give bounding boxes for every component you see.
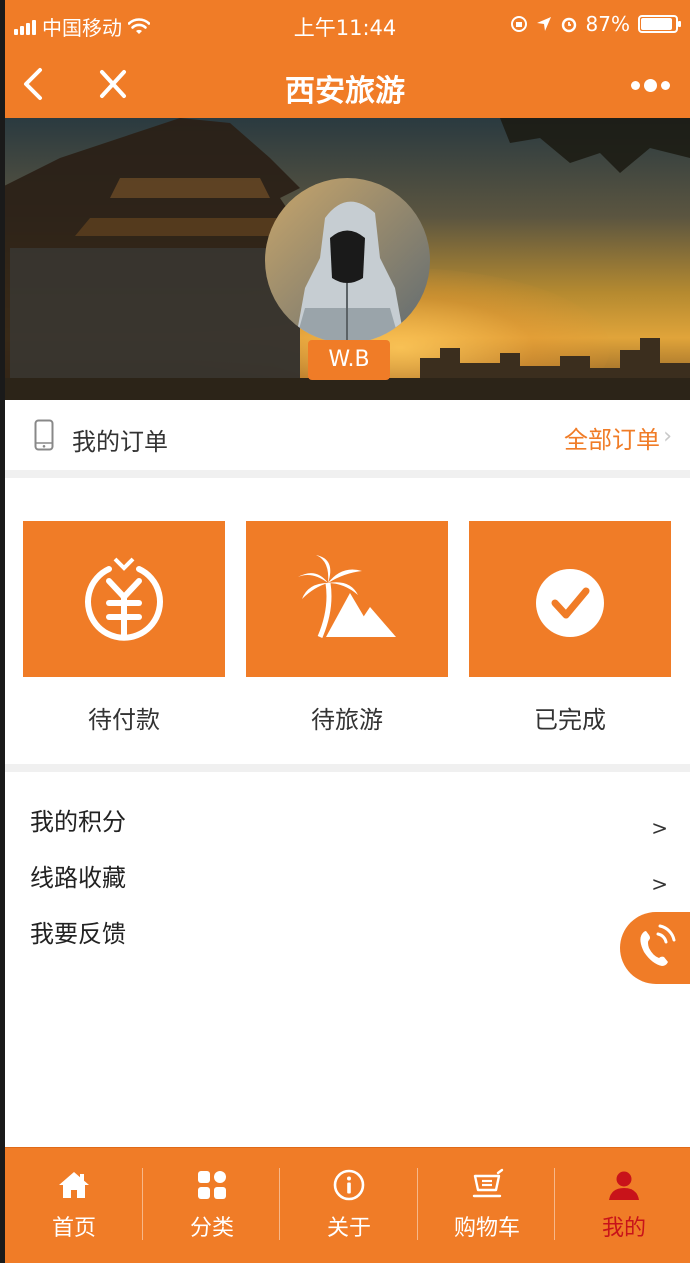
menu-item-favorites[interactable]: 线路收藏 > (0, 858, 690, 914)
nav-bar: 西安旅游 (0, 52, 690, 118)
tab-label: 我的 (601, 1216, 646, 1241)
section-divider (0, 764, 690, 772)
banner-ground (0, 378, 690, 400)
status-right: 87% (510, 12, 681, 36)
completed-label: 已完成 (534, 706, 606, 734)
alarm-icon (561, 17, 576, 33)
yuan-coin-icon (85, 557, 163, 641)
order-status-tiles: 待付款 待旅游 已完成 (0, 478, 690, 764)
pending-payment-tile[interactable] (23, 521, 225, 677)
phone-call-icon (640, 924, 676, 966)
tab-label: 关于 (326, 1216, 371, 1241)
tab-about[interactable]: 关于 (280, 1148, 418, 1263)
avatar-image (265, 178, 430, 343)
check-circle-icon (536, 569, 604, 637)
tab-cart[interactable]: 购物车 (418, 1148, 556, 1263)
cart-icon (472, 1168, 504, 1198)
page-title: 西安旅游 (285, 74, 405, 109)
more-button[interactable] (628, 70, 672, 100)
my-orders-row[interactable]: 我的订单 全部订单 › (0, 400, 690, 470)
avatar[interactable] (265, 178, 430, 343)
tab-label: 分类 (189, 1216, 234, 1241)
all-orders-link[interactable]: 全部订单 (564, 420, 660, 455)
home-icon (59, 1172, 89, 1198)
menu-item-label: 我要反馈 (30, 920, 126, 948)
tab-mine[interactable]: 我的 (555, 1148, 690, 1263)
rotation-lock-icon (510, 16, 527, 32)
section-divider (0, 470, 690, 478)
tab-label: 首页 (51, 1216, 96, 1241)
status-bar: 中国移动 上午11:44 87% (0, 0, 690, 52)
tab-label: 购物车 (453, 1216, 520, 1241)
pending-payment-label: 待付款 (88, 706, 160, 734)
pending-travel-label: 待旅游 (311, 706, 383, 734)
palm-tree-icon (298, 555, 396, 638)
info-icon (333, 1169, 365, 1201)
bottom-tab-bar: 首页 分类 关于 购物车 我的 (0, 1147, 690, 1263)
menu-item-label: 线路收藏 (30, 864, 126, 892)
menu-item-points[interactable]: 我的积分 > (0, 802, 690, 858)
menu-item-feedback[interactable]: 我要反馈 (0, 914, 690, 970)
call-button[interactable] (620, 912, 690, 984)
chevron-right-icon: › (663, 424, 672, 449)
user-icon (609, 1171, 639, 1200)
chevron-right-icon: > (651, 816, 668, 840)
battery-percent: 87% (585, 12, 630, 36)
username-badge: W.B (308, 340, 390, 380)
battery-icon (638, 15, 681, 33)
tab-home[interactable]: 首页 (5, 1148, 143, 1263)
grid-icon (198, 1171, 226, 1199)
location-icon (536, 17, 551, 31)
my-orders-label: 我的订单 (72, 428, 168, 456)
completed-tile[interactable] (469, 521, 671, 677)
menu-item-label: 我的积分 (30, 808, 126, 836)
more-dots-icon (630, 78, 670, 92)
screen-edge (0, 0, 5, 1263)
phone-device-icon (34, 419, 54, 451)
chevron-right-icon: > (651, 872, 668, 896)
pending-travel-tile[interactable] (246, 521, 448, 677)
tab-category[interactable]: 分类 (143, 1148, 281, 1263)
